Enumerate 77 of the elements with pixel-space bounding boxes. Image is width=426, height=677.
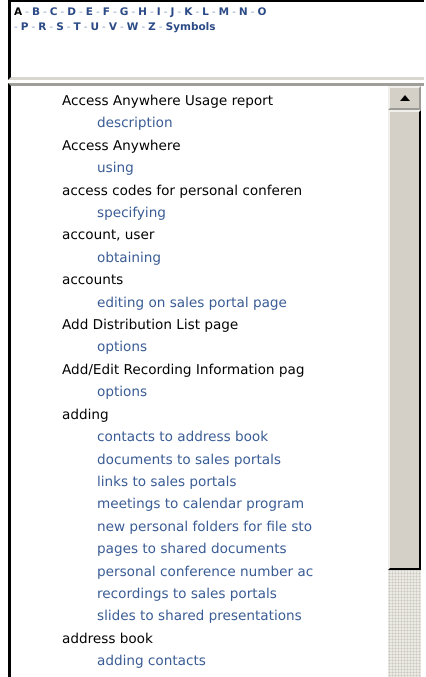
- separator: -: [158, 20, 163, 35]
- letter-link[interactable]: O: [257, 5, 266, 20]
- separator: -: [84, 20, 88, 35]
- letter-link[interactable]: H: [138, 5, 147, 20]
- index-link[interactable]: options: [97, 336, 148, 359]
- index-link[interactable]: personal conference number ac: [97, 560, 314, 583]
- letter-link[interactable]: T: [74, 20, 81, 35]
- index-link[interactable]: recordings to sales portals: [97, 582, 277, 606]
- letter-link[interactable]: C: [50, 5, 58, 20]
- index-link[interactable]: editing on sales portal page: [97, 292, 287, 314]
- index-link[interactable]: meetings to calendar program: [97, 493, 304, 516]
- letter-link[interactable]: M: [218, 5, 230, 20]
- separator: -: [66, 20, 71, 35]
- letter-link[interactable]: S: [56, 20, 64, 35]
- letter-link[interactable]: R: [38, 20, 46, 35]
- scroll-thumb[interactable]: [388, 110, 421, 570]
- separator: -: [112, 5, 117, 20]
- index-link[interactable]: documents to sales portals: [97, 448, 281, 471]
- letter-link[interactable]: W: [126, 20, 138, 35]
- letter-link[interactable]: Symbols: [166, 20, 216, 35]
- index-entry: Access Anywhere Usage report: [62, 92, 274, 111]
- scroll-up-button[interactable]: [388, 86, 421, 110]
- letter-link[interactable]: J: [170, 5, 174, 20]
- letter-link[interactable]: D: [67, 5, 76, 20]
- letter-link[interactable]: F: [102, 5, 110, 20]
- separator: -: [250, 5, 254, 20]
- letter-link[interactable]: N: [238, 5, 248, 20]
- index-link[interactable]: obtaining: [97, 246, 162, 270]
- letter-link[interactable]: A: [14, 5, 22, 20]
- letter-link[interactable]: V: [108, 20, 117, 35]
- separator: -: [195, 5, 200, 20]
- separator: -: [102, 20, 106, 35]
- letter-link[interactable]: I: [156, 5, 161, 20]
- separator: -: [49, 20, 54, 35]
- letter-link[interactable]: K: [184, 5, 192, 20]
- separator: -: [25, 5, 29, 20]
- index-entry: adding: [62, 406, 109, 425]
- separator: -: [232, 5, 236, 20]
- separator: -: [177, 5, 182, 20]
- scrollbar[interactable]: [388, 86, 421, 677]
- letter-link[interactable]: B: [32, 5, 40, 20]
- separator: -: [120, 20, 124, 35]
- letter-link[interactable]: Z: [148, 20, 156, 35]
- index-entry: access codes for personal conferen: [62, 182, 302, 201]
- letter-link[interactable]: E: [86, 5, 93, 20]
- separator: -: [96, 5, 100, 20]
- separator: -: [212, 5, 216, 20]
- letter-link[interactable]: L: [202, 5, 209, 20]
- index-link[interactable]: using: [97, 157, 134, 180]
- index-link[interactable]: adding contacts: [97, 650, 206, 673]
- separator: -: [131, 5, 136, 20]
- separator: -: [32, 20, 36, 35]
- separator: -: [164, 5, 168, 20]
- index-entry: Add Distribution List page: [62, 316, 238, 336]
- index-entry: Access Anywhere: [62, 136, 181, 156]
- separator: -: [14, 20, 18, 35]
- index-link[interactable]: slides to shared presentations: [97, 605, 302, 628]
- index-entry: account, user: [62, 226, 154, 246]
- index-link[interactable]: pages to shared documents: [97, 538, 287, 561]
- index-link[interactable]: options: [97, 381, 148, 404]
- index-link[interactable]: new personal folders for file sto: [97, 516, 312, 538]
- letter-link[interactable]: G: [120, 5, 128, 20]
- index-link[interactable]: description: [97, 112, 173, 135]
- separator: -: [141, 20, 146, 35]
- index-link[interactable]: links to sales portals: [97, 470, 236, 494]
- separator: -: [150, 5, 154, 20]
- separator: -: [42, 5, 47, 20]
- index-entry: Add/Edit Recording Information pag: [62, 360, 304, 380]
- index-entry: accounts: [62, 271, 124, 290]
- separator: -: [60, 5, 64, 20]
- index-link[interactable]: specifying: [97, 202, 166, 224]
- letter-link[interactable]: P: [20, 20, 28, 35]
- index-entry: address book: [62, 630, 153, 649]
- separator: -: [78, 5, 83, 20]
- index-link[interactable]: contacts to address book: [97, 426, 268, 448]
- up-arrow-icon: [400, 95, 410, 101]
- letter-link[interactable]: U: [90, 20, 100, 35]
